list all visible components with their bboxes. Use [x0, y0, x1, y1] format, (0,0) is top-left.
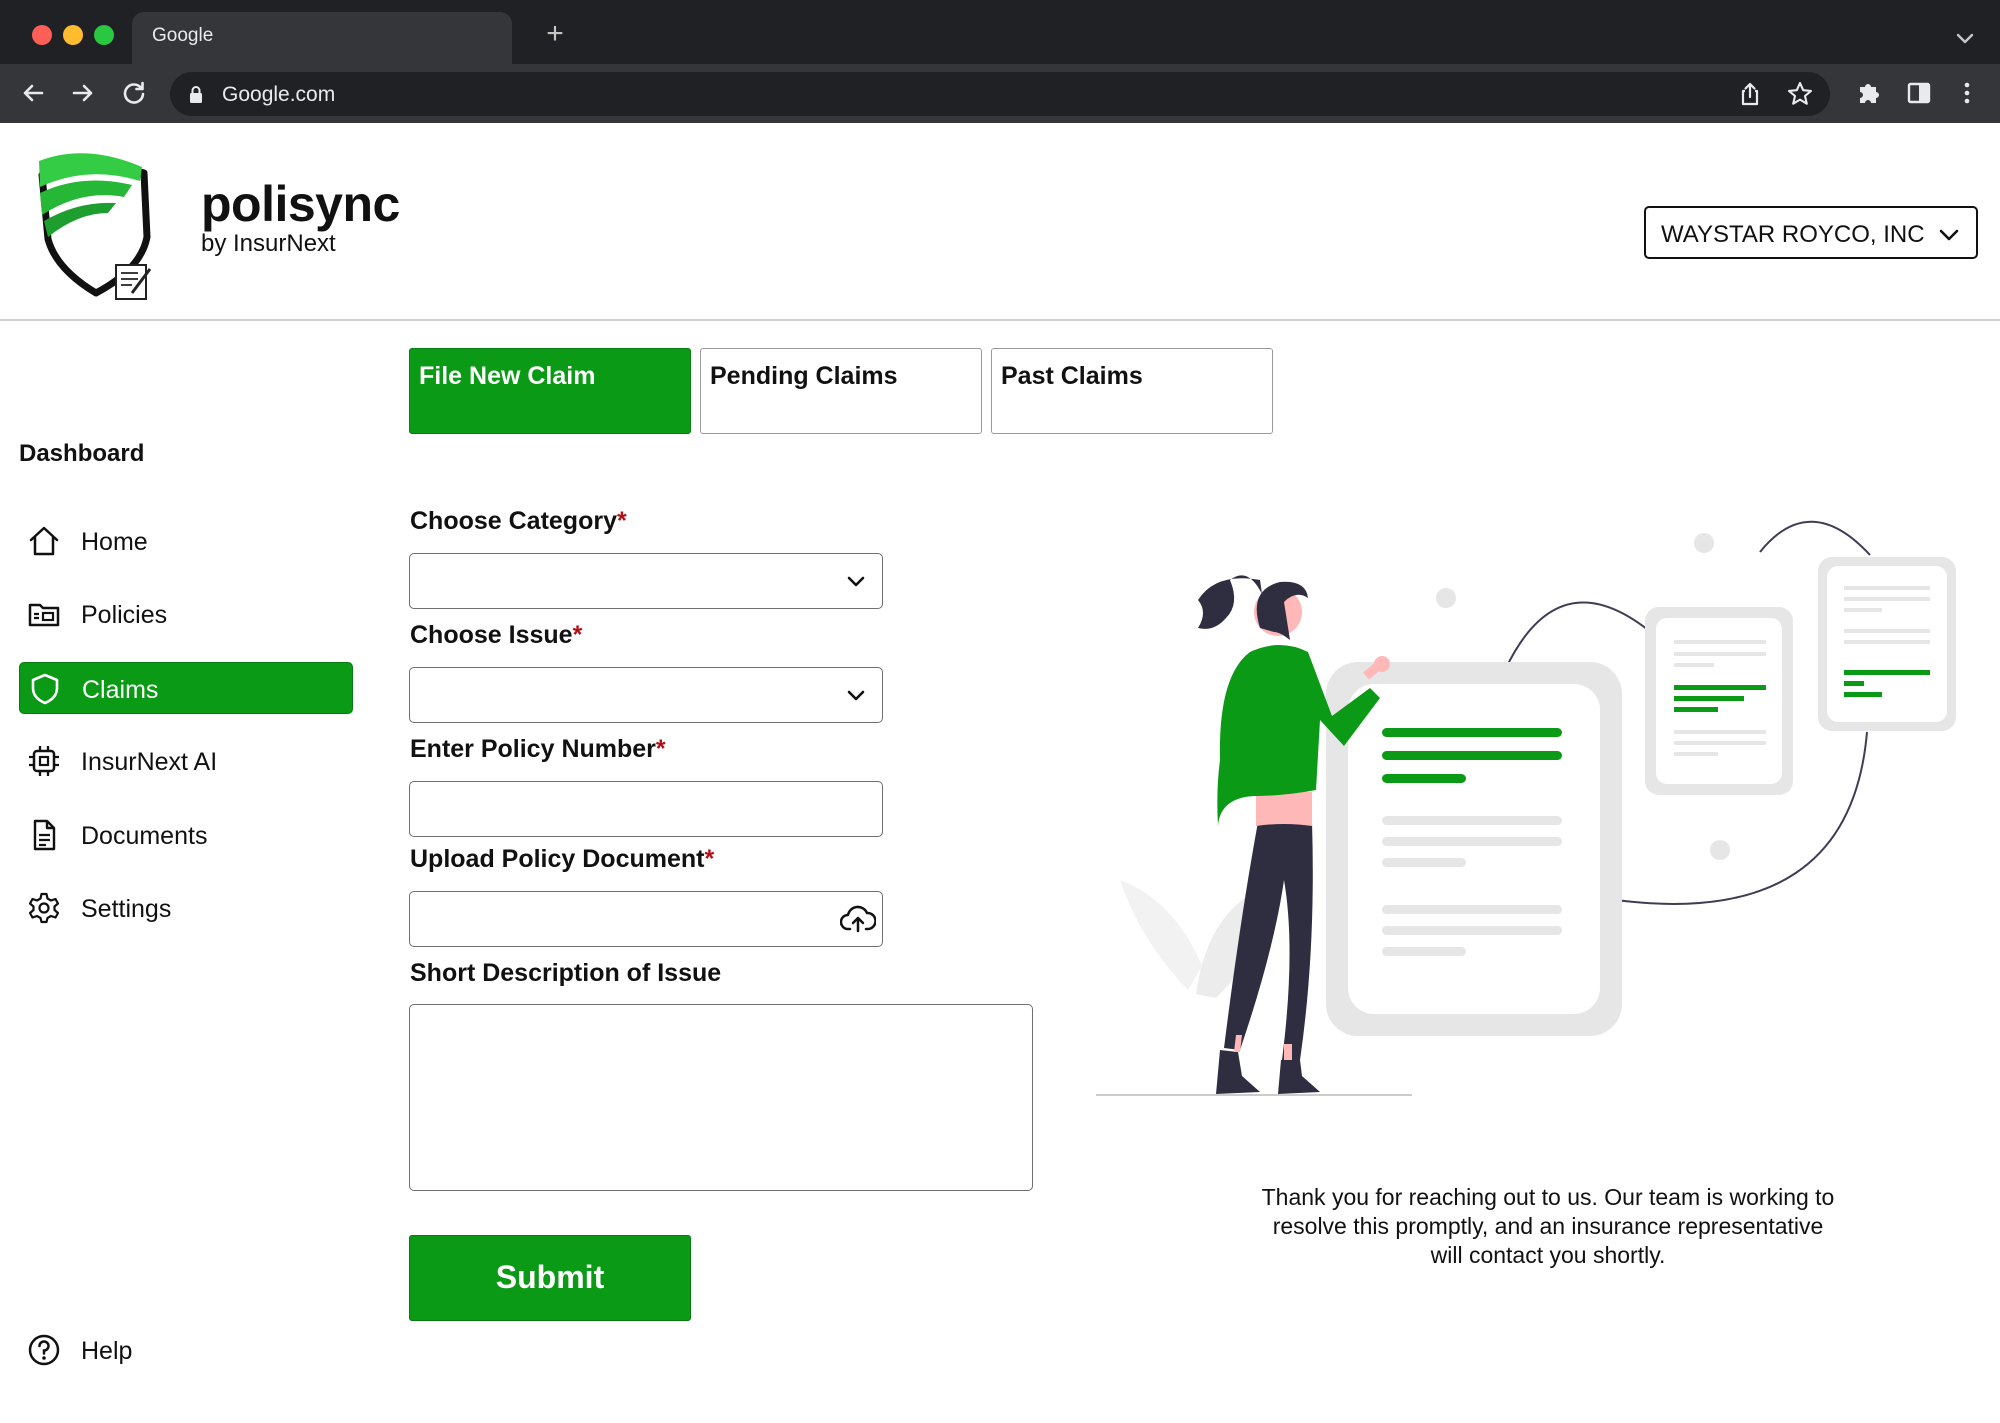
- tab-search-chevron-icon[interactable]: [1950, 24, 1980, 54]
- sidebar-title: Dashboard: [19, 440, 145, 467]
- confirmation-message: Thank you for reaching out to us. Our te…: [1261, 1184, 1835, 1268]
- brand-name: polisync: [201, 176, 400, 232]
- sidebar-item-policies[interactable]: Policies: [19, 588, 353, 640]
- side-panel-icon[interactable]: [1904, 78, 1934, 108]
- sidebar-item-label: Home: [81, 528, 148, 556]
- description-textarea[interactable]: [409, 1004, 1033, 1191]
- sidebar-item-help[interactable]: Help: [19, 1324, 353, 1376]
- submit-button[interactable]: Submit: [409, 1235, 691, 1321]
- minimize-window-button[interactable]: [63, 25, 83, 45]
- address-bar[interactable]: Google.com: [170, 72, 1830, 116]
- gear-icon: [28, 892, 60, 924]
- close-window-button[interactable]: [32, 25, 52, 45]
- sidebar-item-label: InsurNext AI: [81, 748, 218, 776]
- policy-number-label: Enter Policy Number*: [410, 735, 666, 763]
- document-icon: [33, 819, 56, 851]
- sidebar-item-settings[interactable]: Settings: [19, 882, 353, 934]
- extensions-icon[interactable]: [1854, 78, 1884, 108]
- category-label: Choose Category*: [410, 507, 627, 535]
- reload-icon[interactable]: [119, 78, 149, 108]
- submit-button-label: Submit: [495, 1259, 605, 1295]
- folder-icon: [28, 603, 60, 627]
- sidebar-item-label: Policies: [81, 601, 168, 629]
- chevron-down-icon: [847, 576, 865, 587]
- cloud-upload-icon[interactable]: [840, 902, 876, 936]
- back-icon[interactable]: [18, 78, 48, 108]
- polisync-logo[interactable]: [36, 147, 156, 307]
- required-mark: *: [616, 507, 627, 535]
- issue-select[interactable]: [409, 667, 883, 723]
- sidebar-item-label: Help: [81, 1337, 133, 1365]
- upload-policy-label: Upload Policy Document*: [410, 845, 715, 873]
- tab-pending-claims[interactable]: Pending Claims: [700, 348, 982, 434]
- forward-icon[interactable]: [68, 78, 98, 108]
- sidebar-item-label: Settings: [81, 895, 172, 923]
- app-header: polisync by InsurNext WAYSTAR ROYCO, INC: [0, 123, 2000, 321]
- browser-toolbar: Google.com: [0, 64, 2000, 123]
- home-icon: [29, 526, 59, 556]
- sidebar-item-home[interactable]: Home: [19, 515, 353, 567]
- browser-tab-title: Google: [152, 25, 214, 46]
- help-icon: [28, 1334, 60, 1366]
- tab-label: File New Claim: [419, 362, 596, 390]
- sidebar-item-label: Claims: [82, 676, 159, 704]
- description-label: Short Description of Issue: [410, 959, 722, 987]
- sidebar-item-documents[interactable]: Documents: [19, 809, 353, 861]
- required-mark: *: [572, 621, 583, 649]
- share-icon[interactable]: [1736, 80, 1764, 108]
- woman-with-documents-illustration: [1096, 520, 1956, 1096]
- browser-menu-icon[interactable]: [1952, 78, 1982, 108]
- tab-past-claims[interactable]: Past Claims: [991, 348, 1273, 434]
- tab-label: Past Claims: [1001, 362, 1143, 390]
- policy-number-input[interactable]: [409, 781, 883, 837]
- maximize-window-button[interactable]: [94, 25, 114, 45]
- browser-tab-strip: Google +: [0, 0, 2000, 64]
- bookmark-star-icon[interactable]: [1786, 80, 1814, 108]
- browser-tab[interactable]: Google: [132, 12, 512, 64]
- required-mark: *: [704, 845, 715, 873]
- lock-icon: [190, 86, 202, 103]
- sidebar-item-claims[interactable]: Claims: [19, 662, 353, 714]
- company-select-value: WAYSTAR ROYCO, INC: [1661, 221, 1925, 248]
- chip-icon: [29, 746, 59, 776]
- shield-icon: [31, 673, 59, 705]
- sidebar-item-insurnext-ai[interactable]: InsurNext AI: [19, 735, 353, 787]
- chevron-down-icon: [1939, 229, 1959, 241]
- url-text: Google.com: [222, 83, 336, 106]
- tab-label: Pending Claims: [710, 362, 898, 390]
- category-select[interactable]: [409, 553, 883, 609]
- issue-label: Choose Issue*: [410, 621, 583, 649]
- chevron-down-icon: [847, 690, 865, 701]
- upload-policy-field[interactable]: [409, 891, 883, 947]
- company-select[interactable]: WAYSTAR ROYCO, INC: [1644, 206, 1978, 259]
- new-tab-icon[interactable]: +: [540, 19, 570, 50]
- required-mark: *: [655, 735, 666, 763]
- sidebar-item-label: Documents: [81, 822, 208, 850]
- brand-subtitle: by InsurNext: [201, 230, 336, 257]
- tab-file-new-claim[interactable]: File New Claim: [409, 348, 691, 434]
